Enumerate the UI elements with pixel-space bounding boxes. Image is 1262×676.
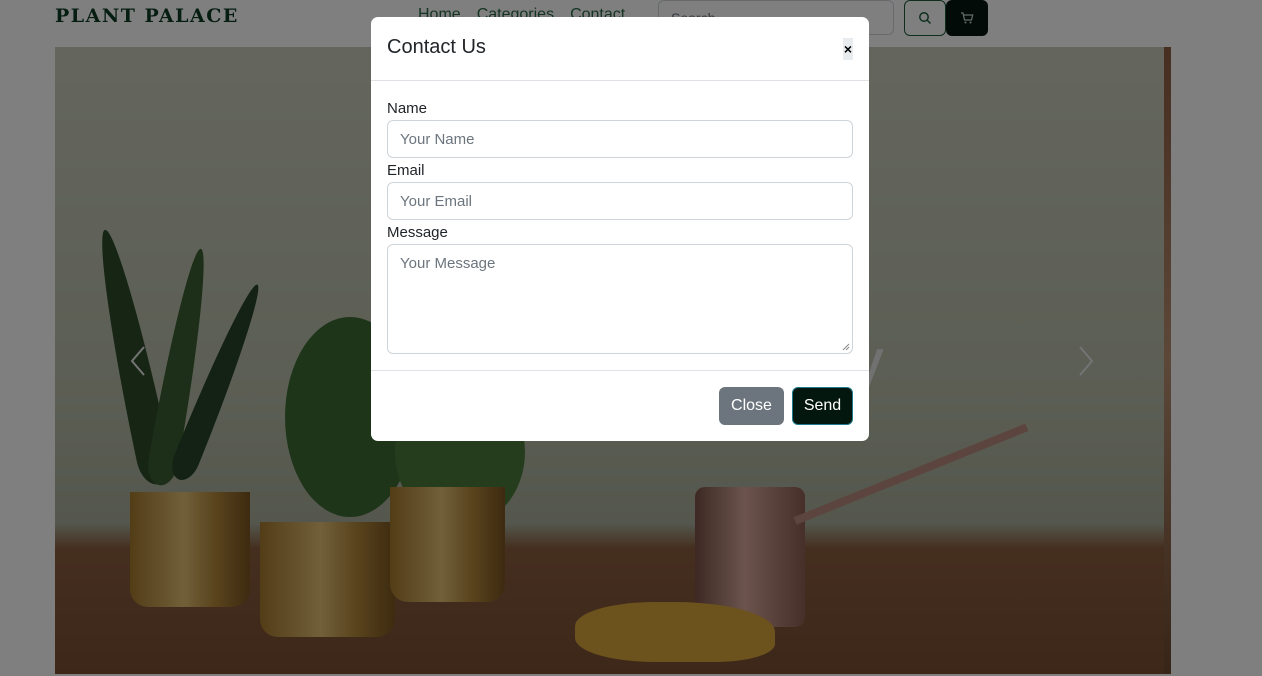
modal-title: Contact Us: [387, 36, 486, 58]
modal-footer-divider: [371, 370, 869, 371]
name-field[interactable]: Your Name: [387, 120, 853, 158]
message-placeholder: Your Message: [400, 255, 496, 272]
contact-modal: Contact Us × Name Your Name Email Your E…: [371, 17, 869, 441]
email-label: Email: [387, 162, 425, 179]
name-label: Name: [387, 100, 428, 117]
message-field[interactable]: Your Message: [387, 244, 853, 354]
email-field[interactable]: Your Email: [387, 182, 853, 220]
modal-header: Contact Us ×: [371, 17, 869, 81]
close-button[interactable]: Close: [719, 387, 784, 425]
resize-handle-icon[interactable]: [842, 343, 850, 351]
send-button[interactable]: Send: [792, 387, 853, 425]
message-label: Message: [387, 224, 448, 241]
close-icon[interactable]: ×: [843, 38, 853, 60]
